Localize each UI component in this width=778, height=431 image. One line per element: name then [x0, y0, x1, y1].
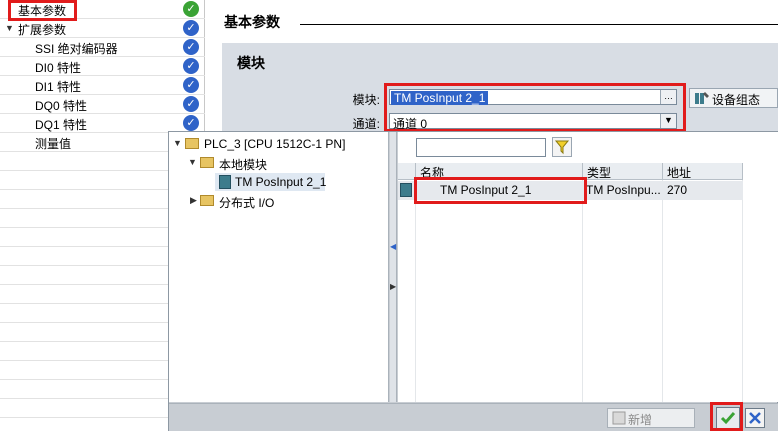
nav-item-extended-params[interactable]: ▼ 扩展参数 ✓: [0, 19, 205, 38]
collapse-left-icon[interactable]: ◀: [390, 242, 396, 251]
checkmark-icon: ✓: [183, 96, 199, 112]
cell-type: TM PosInpu...: [586, 183, 661, 197]
panel-title: 模块: [237, 55, 265, 71]
tree-item-distributed-io[interactable]: ▶ 分布式 I/O: [169, 192, 389, 210]
channel-label: 通道:: [352, 117, 380, 131]
checkmark-icon: ✓: [183, 39, 199, 55]
module-select-value: TM PosInput 2_1: [391, 91, 489, 105]
nav-item-label: SSI 绝对编码器: [35, 42, 118, 56]
expand-arrow-icon[interactable]: ▼: [173, 138, 182, 148]
filter-input[interactable]: [416, 138, 546, 157]
nav-item-dq0[interactable]: DQ0 特性 ✓: [0, 95, 205, 114]
browse-button[interactable]: …: [660, 90, 676, 104]
new-button[interactable]: 新增: [607, 408, 695, 428]
filter-icon: [554, 140, 570, 155]
checkmark-icon: [720, 412, 736, 425]
column-divider: [415, 180, 416, 402]
collapse-right-icon[interactable]: ▶: [390, 282, 396, 291]
chevron-down-icon[interactable]: ▼: [660, 114, 676, 128]
expand-arrow-icon[interactable]: ▼: [5, 23, 14, 33]
folder-icon: [200, 157, 214, 168]
tree-item-plc[interactable]: ▼ PLC_3 [CPU 1512C-1 PN]: [169, 135, 389, 153]
checkmark-icon: ✓: [183, 20, 199, 36]
section-divider: [300, 24, 778, 25]
device-tree-pane: ▼ PLC_3 [CPU 1512C-1 PN] ▼ 本地模块 TM PosIn…: [169, 132, 389, 402]
nav-item-label: DQ1 特性: [35, 118, 88, 132]
module-label: 模块:: [352, 93, 380, 107]
expand-arrow-icon[interactable]: ▶: [190, 195, 197, 206]
cell-address: 270: [667, 183, 688, 197]
filter-button[interactable]: [552, 137, 572, 157]
column-divider: [582, 180, 583, 402]
expand-arrow-icon[interactable]: ▼: [188, 157, 197, 167]
tree-item-label: 本地模块: [219, 158, 268, 172]
nav-item-label: DI0 特性: [35, 61, 82, 75]
nav-item-label: DQ0 特性: [35, 99, 88, 113]
folder-icon: [200, 195, 214, 206]
device-config-icon: [695, 92, 709, 104]
nav-item-label: DI1 特性: [35, 80, 82, 94]
tree-item-label: TM PosInput 2_1: [235, 175, 327, 189]
nav-item-label: 测量值: [35, 137, 72, 151]
device-config-button[interactable]: 设备组态: [689, 88, 778, 108]
module-icon: [400, 183, 412, 197]
new-icon: [612, 411, 626, 425]
checkmark-icon: ✓: [183, 1, 199, 17]
module-select[interactable]: TM PosInput 2_1 …: [389, 89, 677, 105]
new-button-label: 新增: [628, 413, 653, 427]
module-icon: [219, 175, 231, 189]
tree-item-tm-posinput[interactable]: TM PosInput 2_1: [215, 173, 327, 191]
channel-select[interactable]: 通道 0 ▼: [389, 113, 677, 131]
nav-item-label: 基本参数: [18, 4, 67, 18]
checkmark-icon: ✓: [183, 77, 199, 93]
close-icon: [749, 412, 761, 424]
column-header-icon: [398, 163, 416, 180]
tree-item-local-modules[interactable]: ▼ 本地模块: [169, 154, 389, 172]
checkmark-icon: ✓: [183, 115, 199, 131]
folder-icon: [185, 138, 199, 149]
nav-item-basic-params[interactable]: 基本参数 ✓: [0, 0, 205, 19]
device-config-label: 设备组态: [712, 93, 761, 107]
cancel-button[interactable]: [745, 408, 765, 428]
nav-item-label: 扩展参数: [18, 23, 67, 37]
pane-splitter[interactable]: ◀ ▶: [390, 132, 397, 402]
tree-item-label: PLC_3 [CPU 1512C-1 PN]: [204, 137, 346, 151]
checkmark-icon: ✓: [183, 58, 199, 74]
ok-button[interactable]: [716, 407, 740, 429]
cell-name: TM PosInput 2_1: [440, 183, 532, 197]
nav-item-di1[interactable]: DI1 特性 ✓: [0, 76, 205, 95]
nav-item-ssi-encoder[interactable]: SSI 绝对编码器 ✓: [0, 38, 205, 57]
column-divider: [662, 180, 663, 402]
column-header-address[interactable]: 地址: [663, 163, 743, 180]
channel-select-value: 通道 0: [393, 117, 428, 131]
nav-item-di0[interactable]: DI0 特性 ✓: [0, 57, 205, 76]
column-header-name[interactable]: 名称: [416, 163, 583, 180]
column-header-type[interactable]: 类型: [583, 163, 663, 180]
tree-item-label: 分布式 I/O: [219, 196, 275, 210]
section-title: 基本参数: [224, 14, 280, 30]
column-divider: [742, 180, 743, 402]
